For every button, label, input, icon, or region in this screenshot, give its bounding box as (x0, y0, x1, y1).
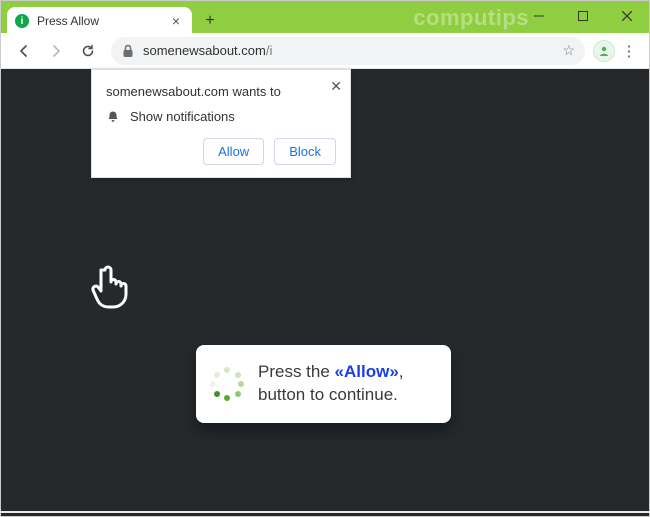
avatar-icon (597, 44, 611, 58)
press-allow-text: Press the «Allow», button to continue. (258, 361, 404, 407)
bookmark-star-icon[interactable]: ☆ (562, 42, 575, 59)
press-text-prefix: Press the (258, 362, 335, 381)
press-text-line2: button to continue. (258, 385, 398, 404)
window-controls (517, 1, 649, 31)
close-icon (622, 11, 632, 21)
page-content: ✕ somenewsabout.com wants to Show notifi… (1, 69, 649, 516)
reload-icon (80, 43, 96, 59)
tab-title: Press Allow (37, 14, 162, 28)
permission-origin-text: somenewsabout.com wants to (106, 84, 336, 99)
footer-divider (0, 511, 650, 513)
browser-menu-button[interactable]: ⋮ (617, 36, 641, 66)
reload-button[interactable] (73, 36, 103, 66)
spinner-icon (210, 367, 244, 401)
maximize-icon (578, 11, 588, 21)
new-tab-button[interactable]: + (198, 9, 222, 33)
browser-toolbar: somenewsabout.com/i ☆ ⋮ (1, 33, 649, 69)
url-path: /i (266, 43, 273, 58)
allow-button[interactable]: Allow (203, 138, 264, 165)
close-tab-icon[interactable]: × (170, 13, 182, 29)
profile-avatar[interactable] (593, 40, 615, 62)
info-icon: i (15, 14, 29, 28)
close-window-button[interactable] (605, 1, 649, 31)
press-allow-card: Press the «Allow», button to continue. (196, 345, 451, 423)
press-text-suffix: , (399, 362, 404, 381)
browser-window: i Press Allow × + computips (0, 0, 650, 517)
notification-permission-popup: ✕ somenewsabout.com wants to Show notifi… (91, 69, 351, 178)
popup-close-button[interactable]: ✕ (330, 78, 342, 95)
title-bar: i Press Allow × + computips (1, 1, 649, 33)
watermark-text: computips (413, 5, 529, 31)
permission-item-label: Show notifications (130, 109, 235, 124)
bell-icon (106, 110, 120, 124)
forward-button[interactable] (41, 36, 71, 66)
arrow-right-icon (48, 43, 64, 59)
url-text: somenewsabout.com/i (143, 43, 554, 58)
minimize-icon (534, 11, 544, 21)
lock-icon (121, 44, 135, 58)
block-button[interactable]: Block (274, 138, 336, 165)
minimize-button[interactable] (517, 1, 561, 31)
press-text-strong: «Allow» (335, 362, 399, 381)
url-host: somenewsabout.com (143, 43, 266, 58)
address-bar[interactable]: somenewsabout.com/i ☆ (111, 37, 585, 65)
pointer-hand-icon (89, 264, 131, 317)
arrow-left-icon (16, 43, 32, 59)
permission-item: Show notifications (106, 109, 336, 124)
browser-tab[interactable]: i Press Allow × (7, 7, 192, 35)
back-button[interactable] (9, 36, 39, 66)
maximize-button[interactable] (561, 1, 605, 31)
permission-actions: Allow Block (106, 138, 336, 165)
